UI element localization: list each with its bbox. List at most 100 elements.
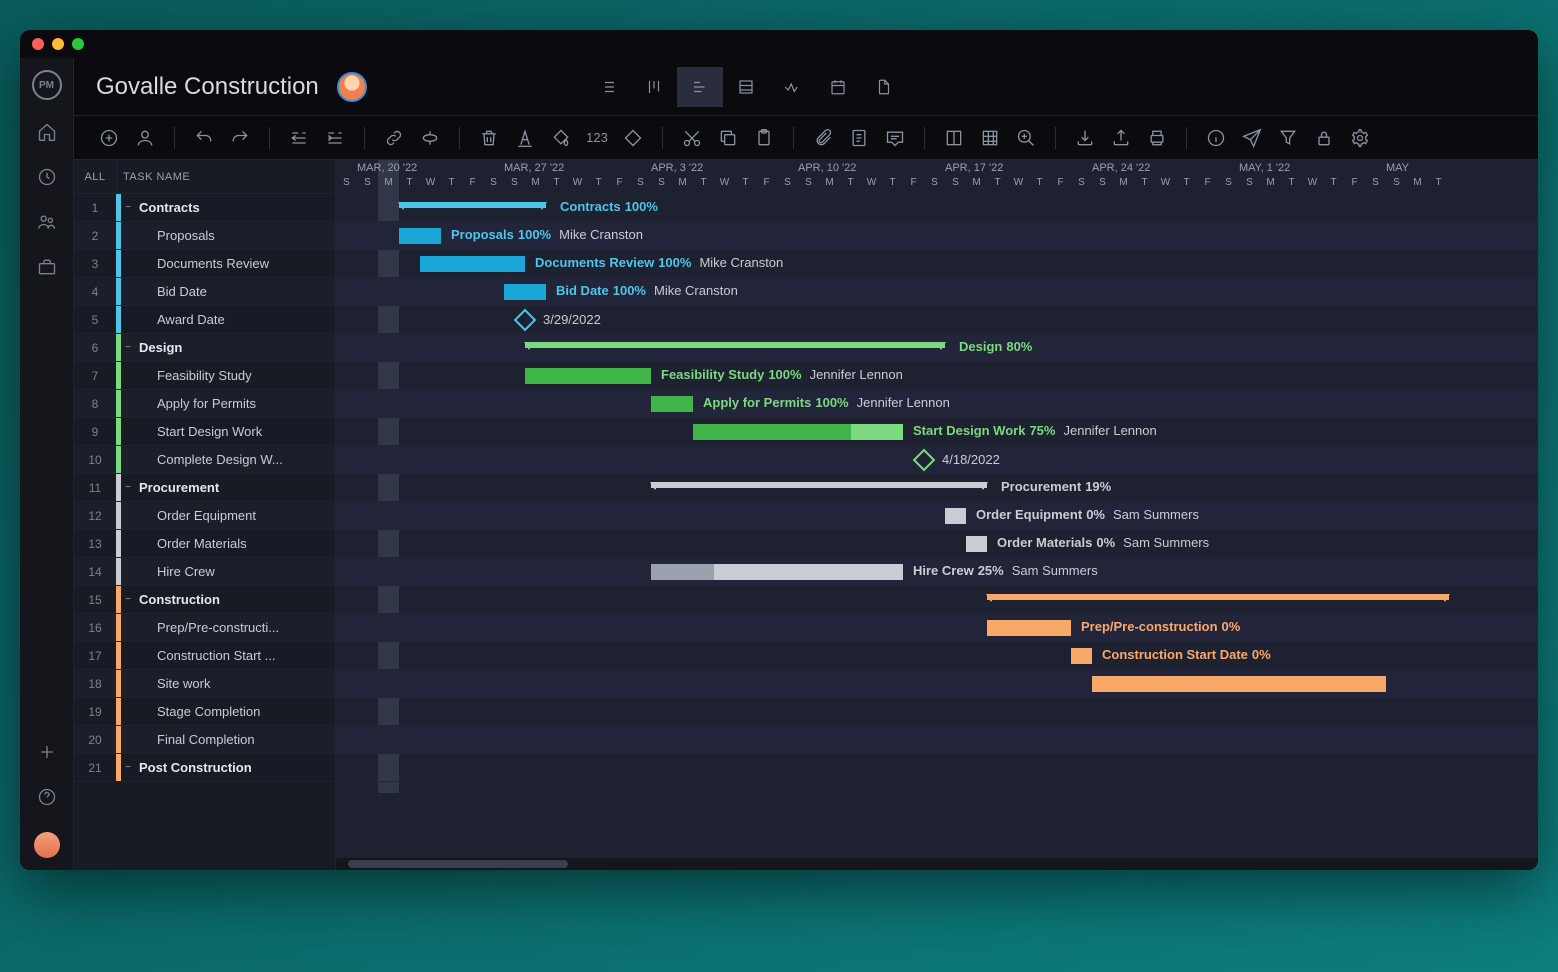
- gantt-row[interactable]: 4/18/2022: [336, 446, 1538, 474]
- column-name[interactable]: TASK NAME: [117, 171, 190, 183]
- milestone-button[interactable]: [620, 125, 646, 151]
- grid-button[interactable]: [977, 125, 1003, 151]
- task-row[interactable]: 5Award Date: [74, 306, 335, 334]
- task-row[interactable]: 10Complete Design W...: [74, 446, 335, 474]
- task-row[interactable]: 8Apply for Permits: [74, 390, 335, 418]
- gantt-row[interactable]: Procurement19%: [336, 474, 1538, 502]
- task-bar[interactable]: [966, 536, 987, 552]
- task-bar[interactable]: [651, 396, 693, 412]
- task-bar[interactable]: [987, 620, 1071, 636]
- task-row[interactable]: 14Hire Crew: [74, 558, 335, 586]
- board-view-button[interactable]: [631, 67, 677, 107]
- copy-button[interactable]: [715, 125, 741, 151]
- close-icon[interactable]: [32, 38, 44, 50]
- fill-color-button[interactable]: [548, 125, 574, 151]
- gantt-row[interactable]: Start Design Work75%Jennifer Lennon: [336, 418, 1538, 446]
- gantt-row[interactable]: Bid Date100%Mike Cranston: [336, 278, 1538, 306]
- task-row[interactable]: 3Documents Review: [74, 250, 335, 278]
- gantt-row[interactable]: Order Materials0%Sam Summers: [336, 530, 1538, 558]
- gantt-view-button[interactable]: [677, 67, 723, 107]
- task-bar[interactable]: [420, 256, 525, 272]
- task-row[interactable]: 21−Post Construction: [74, 754, 335, 782]
- columns-button[interactable]: [941, 125, 967, 151]
- settings-button[interactable]: [1347, 125, 1373, 151]
- task-row[interactable]: 2Proposals: [74, 222, 335, 250]
- task-row[interactable]: 20Final Completion: [74, 726, 335, 754]
- print-button[interactable]: [1144, 125, 1170, 151]
- expand-icon[interactable]: −: [121, 342, 135, 353]
- task-row[interactable]: 1−Contracts: [74, 194, 335, 222]
- attachment-button[interactable]: [810, 125, 836, 151]
- gantt-row[interactable]: Construction Start Date0%: [336, 642, 1538, 670]
- sheet-view-button[interactable]: [723, 67, 769, 107]
- zoom-in-button[interactable]: [1013, 125, 1039, 151]
- task-row[interactable]: 13Order Materials: [74, 530, 335, 558]
- briefcase-icon[interactable]: [37, 257, 57, 280]
- list-view-button[interactable]: [585, 67, 631, 107]
- expand-icon[interactable]: −: [121, 594, 135, 605]
- gantt-row[interactable]: [336, 698, 1538, 726]
- gantt-row[interactable]: [336, 586, 1538, 614]
- task-bar[interactable]: [693, 424, 903, 440]
- gantt-row[interactable]: Hire Crew25%Sam Summers: [336, 558, 1538, 586]
- lock-button[interactable]: [1311, 125, 1337, 151]
- milestone-marker[interactable]: [514, 309, 537, 332]
- expand-icon[interactable]: −: [121, 202, 135, 213]
- user-avatar-icon[interactable]: [34, 832, 60, 858]
- export-button[interactable]: [1108, 125, 1134, 151]
- paste-button[interactable]: [751, 125, 777, 151]
- task-row[interactable]: 6−Design: [74, 334, 335, 362]
- task-row[interactable]: 19Stage Completion: [74, 698, 335, 726]
- delete-button[interactable]: [476, 125, 502, 151]
- link-button[interactable]: [381, 125, 407, 151]
- home-icon[interactable]: [37, 122, 57, 145]
- task-bar[interactable]: [651, 564, 903, 580]
- task-row[interactable]: 12Order Equipment: [74, 502, 335, 530]
- gantt-row[interactable]: [336, 726, 1538, 754]
- unlink-button[interactable]: [417, 125, 443, 151]
- gantt-row[interactable]: [336, 754, 1538, 782]
- task-row[interactable]: 11−Procurement: [74, 474, 335, 502]
- notes-button[interactable]: [846, 125, 872, 151]
- column-all[interactable]: ALL: [74, 171, 116, 183]
- gantt-row[interactable]: Contracts100%: [336, 194, 1538, 222]
- scrollbar-thumb[interactable]: [348, 860, 568, 868]
- task-row[interactable]: 16Prep/Pre-constructi...: [74, 614, 335, 642]
- horizontal-scrollbar[interactable]: [336, 858, 1538, 870]
- add-person-button[interactable]: [132, 125, 158, 151]
- summary-bar[interactable]: [651, 482, 987, 488]
- calendar-view-button[interactable]: [815, 67, 861, 107]
- import-button[interactable]: [1072, 125, 1098, 151]
- task-row[interactable]: 4Bid Date: [74, 278, 335, 306]
- gantt-row[interactable]: 3/29/2022: [336, 306, 1538, 334]
- indent-button[interactable]: [322, 125, 348, 151]
- comments-button[interactable]: [882, 125, 908, 151]
- task-row[interactable]: 15−Construction: [74, 586, 335, 614]
- minimize-icon[interactable]: [52, 38, 64, 50]
- gantt-row[interactable]: Documents Review100%Mike Cranston: [336, 250, 1538, 278]
- summary-bar[interactable]: [399, 202, 546, 208]
- task-row[interactable]: 17Construction Start ...: [74, 642, 335, 670]
- project-owner-avatar[interactable]: [337, 72, 367, 102]
- gantt-rows[interactable]: Contracts100%Proposals100%Mike CranstonD…: [336, 194, 1538, 858]
- task-bar[interactable]: [945, 508, 966, 524]
- add-icon[interactable]: [37, 742, 57, 765]
- number-format-button[interactable]: 123: [584, 125, 610, 151]
- clock-icon[interactable]: [37, 167, 57, 190]
- app-logo[interactable]: PM: [32, 70, 62, 100]
- summary-bar[interactable]: [525, 342, 945, 348]
- expand-icon[interactable]: −: [121, 762, 135, 773]
- gantt-row[interactable]: Order Equipment0%Sam Summers: [336, 502, 1538, 530]
- files-view-button[interactable]: [861, 67, 907, 107]
- gantt-row[interactable]: [336, 670, 1538, 698]
- help-icon[interactable]: [37, 787, 57, 810]
- task-bar[interactable]: [504, 284, 546, 300]
- filter-button[interactable]: [1275, 125, 1301, 151]
- send-button[interactable]: [1239, 125, 1265, 151]
- undo-button[interactable]: [191, 125, 217, 151]
- zoom-icon[interactable]: [72, 38, 84, 50]
- summary-bar[interactable]: [987, 594, 1449, 600]
- task-bar[interactable]: [1092, 676, 1386, 692]
- task-bar[interactable]: [399, 228, 441, 244]
- expand-icon[interactable]: −: [121, 482, 135, 493]
